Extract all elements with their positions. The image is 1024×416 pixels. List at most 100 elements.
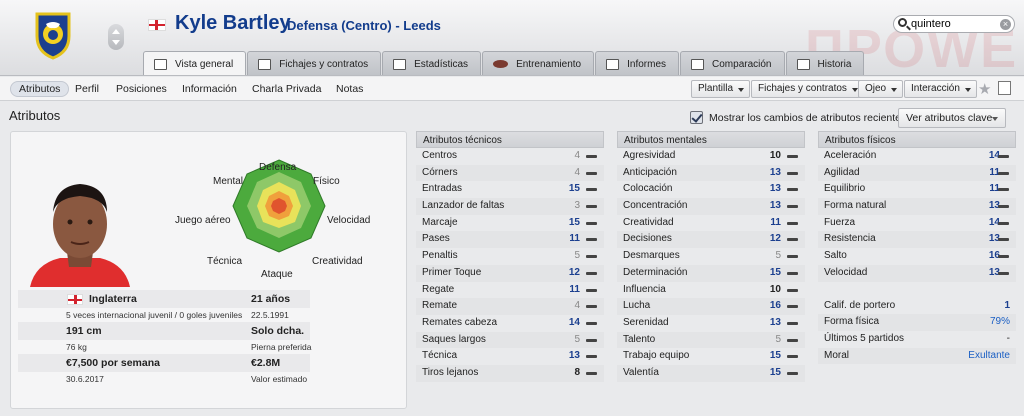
attribute-value: 11 bbox=[569, 283, 580, 295]
attribute-name: Pases bbox=[422, 233, 450, 245]
player-card: Defensa Mental Físico Juego aéreo Veloci… bbox=[10, 131, 407, 409]
attribute-row[interactable]: Velocidad 13 bbox=[818, 264, 1016, 282]
attribute-row[interactable]: Últimos 5 partidos - bbox=[818, 331, 1016, 348]
club-crest-icon[interactable] bbox=[33, 10, 73, 60]
search-input[interactable] bbox=[911, 17, 993, 31]
attribute-row[interactable]: Tiros lejanos 8 bbox=[416, 364, 604, 382]
attribute-name: Fuerza bbox=[824, 216, 856, 228]
clear-search-icon[interactable]: × bbox=[1000, 19, 1011, 30]
tab-overview[interactable]: Vista general bbox=[143, 51, 247, 75]
subnav-information[interactable]: Información bbox=[174, 81, 245, 97]
search-box[interactable]: × bbox=[893, 15, 1015, 33]
player-position-club[interactable]: Defensa (Centro) - Leeds bbox=[287, 18, 441, 33]
attribute-row[interactable]: Trabajo equipo 15 bbox=[617, 348, 805, 365]
attribute-row[interactable]: Serenidad 13 bbox=[617, 315, 805, 332]
tab-statistics[interactable]: Estadísticas bbox=[382, 51, 482, 75]
star-icon[interactable]: ★ bbox=[978, 80, 991, 98]
attribute-row[interactable]: Forma física 79% bbox=[818, 314, 1016, 331]
attribute-row[interactable]: Saques largos 5 bbox=[416, 331, 604, 349]
subnav-positions[interactable]: Posiciones bbox=[108, 81, 175, 97]
attribute-row[interactable]: Resistencia 13 bbox=[818, 231, 1016, 249]
subnav-private-chat[interactable]: Charla Privada bbox=[244, 81, 329, 97]
attribute-name: Forma natural bbox=[824, 200, 887, 212]
attribute-name: Córners bbox=[422, 166, 458, 178]
attribute-row[interactable]: Valentía 15 bbox=[617, 364, 805, 382]
attribute-row[interactable]: Técnica 13 bbox=[416, 348, 604, 365]
scouting-dropdown[interactable]: Ojeo bbox=[858, 80, 904, 98]
tab-reports[interactable]: Informes bbox=[595, 51, 680, 75]
subnav-attributes[interactable]: Atributos bbox=[10, 81, 70, 97]
attribute-row[interactable]: Concentración 13 bbox=[617, 198, 805, 215]
tab-transfers-contracts[interactable]: Fichajes y contratos bbox=[247, 51, 382, 75]
attribute-row[interactable]: Agilidad 11 bbox=[818, 164, 1016, 182]
attribute-value: 3 bbox=[574, 200, 580, 212]
attribute-value: 15 bbox=[769, 266, 781, 278]
tab-comparison[interactable]: Comparación bbox=[680, 51, 785, 75]
attribute-name: Trabajo equipo bbox=[623, 350, 690, 362]
radar-label-physical: Físico bbox=[313, 176, 340, 187]
subnav-profile[interactable]: Perfil bbox=[67, 81, 107, 97]
attribute-value: 10 bbox=[769, 283, 781, 295]
attribute-row[interactable]: Colocación 13 bbox=[617, 181, 805, 198]
attribute-row[interactable]: Remates cabeza 14 bbox=[416, 315, 604, 332]
attribute-row[interactable]: Remate 4 bbox=[416, 298, 604, 315]
next-player-icon[interactable] bbox=[112, 40, 120, 45]
tab-history[interactable]: Historia bbox=[785, 51, 865, 75]
attribute-row[interactable]: Calif. de portero 1 bbox=[818, 298, 1016, 315]
attribute-row[interactable]: Equilibrio 11 bbox=[818, 181, 1016, 198]
attribute-row[interactable]: Anticipación 13 bbox=[617, 164, 805, 182]
attribute-row[interactable]: Córners 4 bbox=[416, 164, 604, 182]
recent-changes-label: Mostrar los cambios de atributos recient… bbox=[709, 111, 907, 124]
radar-label-aerial: Juego aéreo bbox=[175, 215, 231, 226]
attribute-row[interactable]: Fuerza 14 bbox=[818, 215, 1016, 232]
attribute-value: 16 bbox=[769, 300, 781, 312]
trend-neutral-icon bbox=[586, 321, 597, 325]
attribute-name: Técnica bbox=[422, 350, 458, 362]
attribute-row[interactable]: Marcaje 15 bbox=[416, 215, 604, 232]
attribute-row[interactable]: Centros 4 bbox=[416, 148, 604, 165]
trend-neutral-icon bbox=[787, 305, 798, 309]
tab-label: Informes bbox=[627, 58, 667, 70]
previous-player-icon[interactable] bbox=[112, 29, 120, 34]
radar-label-attack: Ataque bbox=[261, 269, 293, 280]
attribute-value: 5 bbox=[775, 250, 781, 262]
attribute-name: Equilibrio bbox=[824, 183, 866, 195]
attribute-row[interactable]: Entradas 15 bbox=[416, 181, 604, 198]
transfers-dropdown[interactable]: Fichajes y contratos bbox=[751, 80, 864, 98]
add-note-icon[interactable] bbox=[998, 81, 1011, 95]
tab-label: Entrenamiento bbox=[516, 58, 582, 70]
interaction-dropdown[interactable]: Interacción bbox=[904, 80, 977, 98]
attribute-row[interactable]: Forma natural 13 bbox=[818, 198, 1016, 215]
attribute-row[interactable]: Aceleración 14 bbox=[818, 148, 1016, 165]
attribute-row[interactable]: Determinación 15 bbox=[617, 264, 805, 282]
tab-training[interactable]: Entrenamiento bbox=[482, 51, 595, 75]
attribute-name: Agresividad bbox=[623, 150, 676, 161]
attribute-row[interactable]: Creatividad 11 bbox=[617, 215, 805, 232]
attribute-value: 13 bbox=[568, 350, 580, 362]
trend-neutral-icon bbox=[586, 355, 597, 359]
squad-dropdown[interactable]: Plantilla bbox=[691, 80, 751, 98]
attribute-row[interactable]: Talento 5 bbox=[617, 331, 805, 349]
attribute-row[interactable]: Desmarques 5 bbox=[617, 248, 805, 265]
trend-neutral-icon bbox=[998, 205, 1009, 209]
attribute-row[interactable]: Lanzador de faltas 3 bbox=[416, 198, 604, 215]
trend-neutral-icon bbox=[586, 221, 597, 225]
recent-changes-toggle[interactable]: Mostrar los cambios de atributos recient… bbox=[690, 111, 906, 124]
attribute-row[interactable]: Regate 11 bbox=[416, 282, 604, 299]
attribute-row[interactable]: Moral Exultante bbox=[818, 347, 1016, 365]
attribute-name: Talento bbox=[623, 333, 656, 345]
attribute-row[interactable]: Influencia 10 bbox=[617, 282, 805, 299]
attribute-row[interactable]: Primer Toque 12 bbox=[416, 264, 604, 282]
attribute-row[interactable]: Pases 11 bbox=[416, 231, 604, 249]
key-attributes-button[interactable]: Ver atributos clave bbox=[898, 108, 1006, 128]
subnav-notes[interactable]: Notas bbox=[328, 81, 371, 97]
player-scroll-stepper[interactable] bbox=[108, 24, 124, 50]
attribute-row[interactable]: Salto 16 bbox=[818, 248, 1016, 265]
attribute-row[interactable]: Decisiones 12 bbox=[617, 231, 805, 249]
search-icon bbox=[898, 18, 907, 27]
attribute-row[interactable]: Agresividad 10 bbox=[617, 148, 805, 165]
attribute-row[interactable]: Penaltis 5 bbox=[416, 248, 604, 265]
attribute-row[interactable]: Lucha 16 bbox=[617, 298, 805, 315]
nationality[interactable]: Inglaterra bbox=[89, 293, 137, 305]
recent-changes-checkbox[interactable] bbox=[690, 111, 703, 124]
